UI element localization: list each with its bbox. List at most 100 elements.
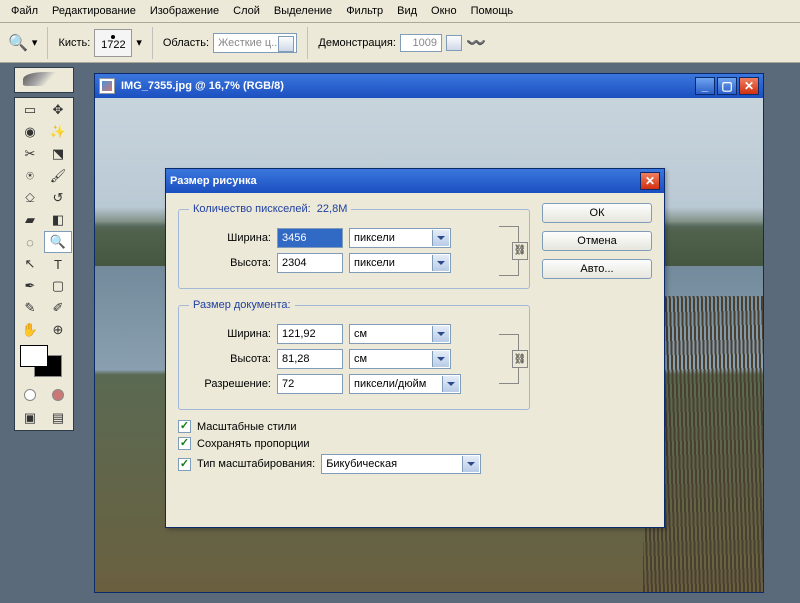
chain-icon[interactable]: ⛓ [512, 350, 528, 368]
app-logo [14, 67, 74, 93]
standard-mode[interactable] [16, 385, 44, 405]
screen-mode-1[interactable]: ▣ [16, 407, 44, 429]
menu-filter[interactable]: Фильтр [339, 2, 390, 20]
checkbox-icon[interactable]: ✓ [178, 458, 191, 471]
cancel-button[interactable]: Отмена [542, 231, 652, 251]
zoom-icon: 🔍 [8, 33, 28, 53]
menu-edit[interactable]: Редактирование [45, 2, 143, 20]
px-height-label: Высота: [189, 257, 271, 269]
demo-label: Демонстрация: [318, 37, 396, 49]
doc-link-bracket: ⛓ [499, 334, 519, 384]
brush-preview[interactable]: 1722 [94, 29, 132, 57]
px-link-bracket: ⛓ [499, 226, 519, 276]
px-width-input[interactable]: 3456 [277, 228, 343, 248]
tool-zoom2[interactable]: ⊕ [44, 319, 72, 341]
tool-type[interactable]: T [44, 253, 72, 275]
tool-eyedrop[interactable]: ✐ [44, 297, 72, 319]
tool-path[interactable]: ↖ [16, 253, 44, 275]
brush-dropdown-arrow[interactable]: ▾ [136, 36, 142, 49]
checkbox-icon: ✓ [178, 420, 191, 433]
doc-height-label: Высота: [189, 353, 271, 365]
maximize-button[interactable]: ▢ [717, 77, 737, 95]
resample-label: Тип масштабирования: [197, 458, 315, 470]
tool-notes[interactable]: ✎ [16, 297, 44, 319]
tool-slice[interactable]: ⬔ [44, 143, 72, 165]
doc-width-input[interactable]: 121,92 [277, 324, 343, 344]
minimize-button[interactable]: _ [695, 77, 715, 95]
area-label: Область: [163, 37, 209, 49]
tool-heal[interactable]: ⍟ [16, 165, 44, 187]
tool-gradient[interactable]: ◧ [44, 209, 72, 231]
brush-size-value: 1722 [101, 40, 125, 50]
document-titlebar[interactable]: IMG_7355.jpg @ 16,7% (RGB/8) _ ▢ ✕ [95, 74, 763, 98]
menu-window[interactable]: Окно [424, 2, 464, 20]
tool-hand[interactable]: ✋ [16, 319, 44, 341]
menu-file[interactable]: Файл [4, 2, 45, 20]
chain-icon[interactable]: ⛓ [512, 242, 528, 260]
tool-pen[interactable]: ✒ [16, 275, 44, 297]
squiggle-icon[interactable]: 〰️ [466, 33, 486, 53]
screen-mode-2[interactable]: ▤ [44, 407, 72, 429]
pixel-dimensions-label: Количество пискселей: [193, 203, 311, 215]
tool-brush[interactable]: 🖌 [44, 165, 72, 187]
tool-zoom[interactable]: 🔍 [44, 231, 72, 253]
px-width-label: Ширина: [189, 232, 271, 244]
image-size-dialog: Размер рисунка ✕ Количество пискселей: 2… [165, 168, 665, 528]
toolbox: ▭ ✥ ◉ ✨ ✂ ⬔ ⍟ 🖌 ⎐ ↺ ▰ ◧ ◌ 🔍 ↖ T ✒ ▢ ✎ ✐ … [14, 97, 74, 431]
resample-method-select[interactable]: Бикубическая [321, 454, 481, 474]
sidebar: ▭ ✥ ◉ ✨ ✂ ⬔ ⍟ 🖌 ⎐ ↺ ▰ ◧ ◌ 🔍 ↖ T ✒ ▢ ✎ ✐ … [0, 63, 88, 603]
menu-bar: Файл Редактирование Изображение Слой Выд… [0, 0, 800, 23]
dialog-titlebar[interactable]: Размер рисунка ✕ [166, 169, 664, 193]
area-select[interactable]: Жесткие ц... [213, 33, 297, 53]
document-window: IMG_7355.jpg @ 16,7% (RGB/8) _ ▢ ✕ Разме… [94, 73, 764, 593]
document-size-group: Размер документа: Ширина: 121,92 см [178, 299, 530, 410]
options-bar: 🔍 ▾ Кисть: 1722 ▾ Область: Жесткие ц... … [0, 23, 800, 63]
resolution-input[interactable]: 72 [277, 374, 343, 394]
document-icon [99, 78, 115, 94]
document-size-label: Размер документа: [189, 299, 295, 311]
menu-image[interactable]: Изображение [143, 2, 226, 20]
constrain-proportions-check[interactable]: ✓ Сохранять пропорции [178, 437, 530, 450]
resolution-unit[interactable]: пиксели/дюйм [349, 374, 461, 394]
constrain-label: Сохранять пропорции [197, 438, 310, 450]
document-title: IMG_7355.jpg @ 16,7% (RGB/8) [121, 80, 284, 92]
menu-layer[interactable]: Слой [226, 2, 267, 20]
foreground-color[interactable] [20, 345, 48, 367]
color-swatches[interactable] [18, 343, 72, 383]
close-button[interactable]: ✕ [739, 77, 759, 95]
dialog-title: Размер рисунка [170, 175, 257, 187]
scale-styles-label: Масштабные стили [197, 421, 296, 433]
doc-height-unit[interactable]: см [349, 349, 451, 369]
tool-blur[interactable]: ◌ [16, 231, 44, 253]
menu-select[interactable]: Выделение [267, 2, 339, 20]
dialog-close-button[interactable]: ✕ [640, 172, 660, 190]
pixel-dimensions-size: 22,8M [317, 203, 348, 215]
px-height-input[interactable]: 2304 [277, 253, 343, 273]
doc-width-label: Ширина: [189, 328, 271, 340]
px-width-unit[interactable]: пиксели [349, 228, 451, 248]
checkbox-icon: ✓ [178, 437, 191, 450]
tool-eraser[interactable]: ▰ [16, 209, 44, 231]
tool-lasso[interactable]: ◉ [16, 121, 44, 143]
scale-styles-check[interactable]: ✓ Масштабные стили [178, 420, 530, 433]
menu-help[interactable]: Помощь [464, 2, 521, 20]
tool-history[interactable]: ↺ [44, 187, 72, 209]
pixel-dimensions-group: Количество пискселей: 22,8M Ширина: 3456… [178, 203, 530, 289]
doc-width-unit[interactable]: см [349, 324, 451, 344]
doc-height-input[interactable]: 81,28 [277, 349, 343, 369]
tool-stamp[interactable]: ⎐ [16, 187, 44, 209]
demo-play-button[interactable] [446, 35, 462, 51]
demo-value[interactable]: 1009 [400, 34, 442, 52]
zoom-dropdown-arrow[interactable]: ▾ [32, 36, 38, 49]
tool-shape[interactable]: ▢ [44, 275, 72, 297]
menu-view[interactable]: Вид [390, 2, 424, 20]
auto-button[interactable]: Авто... [542, 259, 652, 279]
quickmask-mode[interactable] [44, 385, 72, 405]
tool-move[interactable]: ✥ [44, 99, 72, 121]
px-height-unit[interactable]: пиксели [349, 253, 451, 273]
tool-crop[interactable]: ✂ [16, 143, 44, 165]
ok-button[interactable]: ОК [542, 203, 652, 223]
document-canvas[interactable]: Размер рисунка ✕ Количество пискселей: 2… [95, 98, 763, 592]
tool-marquee[interactable]: ▭ [16, 99, 44, 121]
tool-wand[interactable]: ✨ [44, 121, 72, 143]
